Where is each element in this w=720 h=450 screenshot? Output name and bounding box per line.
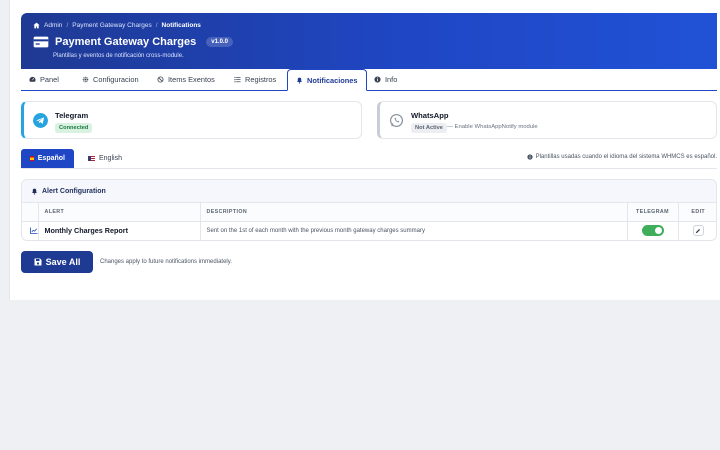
spain-flag-icon (30, 156, 34, 161)
telegram-status-badge: Connected (55, 123, 93, 133)
us-flag-icon (88, 156, 95, 161)
credit-card-icon (33, 36, 49, 48)
pencil-icon (696, 228, 701, 233)
tab-items-exentos[interactable]: Items Exentos (149, 69, 223, 90)
tab-registros[interactable]: Registros (226, 69, 284, 90)
column-header-description: DESCRIPTION (200, 203, 628, 222)
version-badge: v1.0.0 (206, 37, 233, 47)
save-all-button[interactable]: Save All (21, 251, 93, 273)
save-icon (34, 258, 42, 266)
home-icon (33, 22, 40, 29)
tab-configuracion[interactable]: Configuracion (74, 69, 147, 90)
tab-notificaciones[interactable]: Notificaciones (287, 69, 367, 91)
tab-lang-en[interactable]: English (79, 149, 131, 168)
whatsapp-icon (389, 113, 404, 128)
breadcrumb-current: Notifications (161, 22, 201, 29)
alert-description: Sent on the 1st of each month with the p… (200, 221, 628, 240)
dashboard-icon (29, 76, 36, 82)
breadcrumb-module[interactable]: Payment Gateway Charges (72, 22, 151, 29)
edit-button[interactable] (692, 225, 704, 237)
language-tabs: Español English Plantillas usadas cuando… (21, 149, 717, 169)
breadcrumb-separator: / (155, 22, 158, 29)
page-title: Payment Gateway Charges (55, 36, 197, 48)
list-icon (234, 76, 241, 83)
chart-icon (30, 227, 37, 235)
telegram-name: Telegram (55, 111, 89, 120)
telegram-toggle[interactable] (641, 225, 664, 237)
bell-icon (32, 188, 37, 195)
language-note: Plantillas usadas cuando el idioma del s… (535, 154, 717, 160)
breadcrumb-separator: / (66, 22, 69, 29)
tab-panel[interactable]: Panel (21, 69, 67, 90)
save-note: Changes apply to future notifications im… (100, 259, 232, 265)
ban-icon (157, 76, 164, 83)
page-header: Admin / Payment Gateway Charges / Notifi… (21, 13, 717, 69)
tab-info[interactable]: Info (366, 69, 405, 90)
tab-lang-es[interactable]: Español (21, 149, 74, 168)
whatsapp-name: WhatsApp (411, 111, 449, 120)
page-subtitle: Plantillas y eventos de notificación cro… (53, 53, 184, 59)
breadcrumb-admin[interactable]: Admin (44, 22, 62, 29)
whatsapp-card: WhatsApp Not Active — Enable WhatsAppNot… (377, 101, 717, 139)
column-header-alert: ALERT (38, 203, 201, 222)
telegram-icon (33, 113, 48, 128)
gear-icon (82, 76, 89, 83)
panel-title: Alert Configuration (42, 187, 106, 195)
column-header-telegram: TELEGRAM (627, 203, 679, 222)
whatsapp-hint: — Enable WhatsAppNotify module (447, 124, 538, 130)
alerts-table: ALERT DESCRIPTION TELEGRAM EDIT Monthly … (22, 203, 716, 240)
tab-bar: Panel Configuracion Items Exentos Regist… (21, 69, 717, 91)
bell-icon (297, 77, 302, 84)
table-row: Monthly Charges Report Sent on the 1st o… (22, 221, 716, 240)
column-header-edit: EDIT (678, 203, 716, 222)
info-icon (526, 154, 533, 160)
info-icon (374, 76, 381, 83)
whatsapp-status-badge: Not Active (411, 123, 447, 133)
breadcrumb: Admin / Payment Gateway Charges / Notifi… (33, 22, 201, 29)
telegram-card: Telegram Connected (21, 101, 362, 139)
alert-configuration-panel: Alert Configuration ALERT DESCRIPTION TE… (21, 179, 717, 241)
alert-name: Monthly Charges Report (38, 221, 201, 240)
